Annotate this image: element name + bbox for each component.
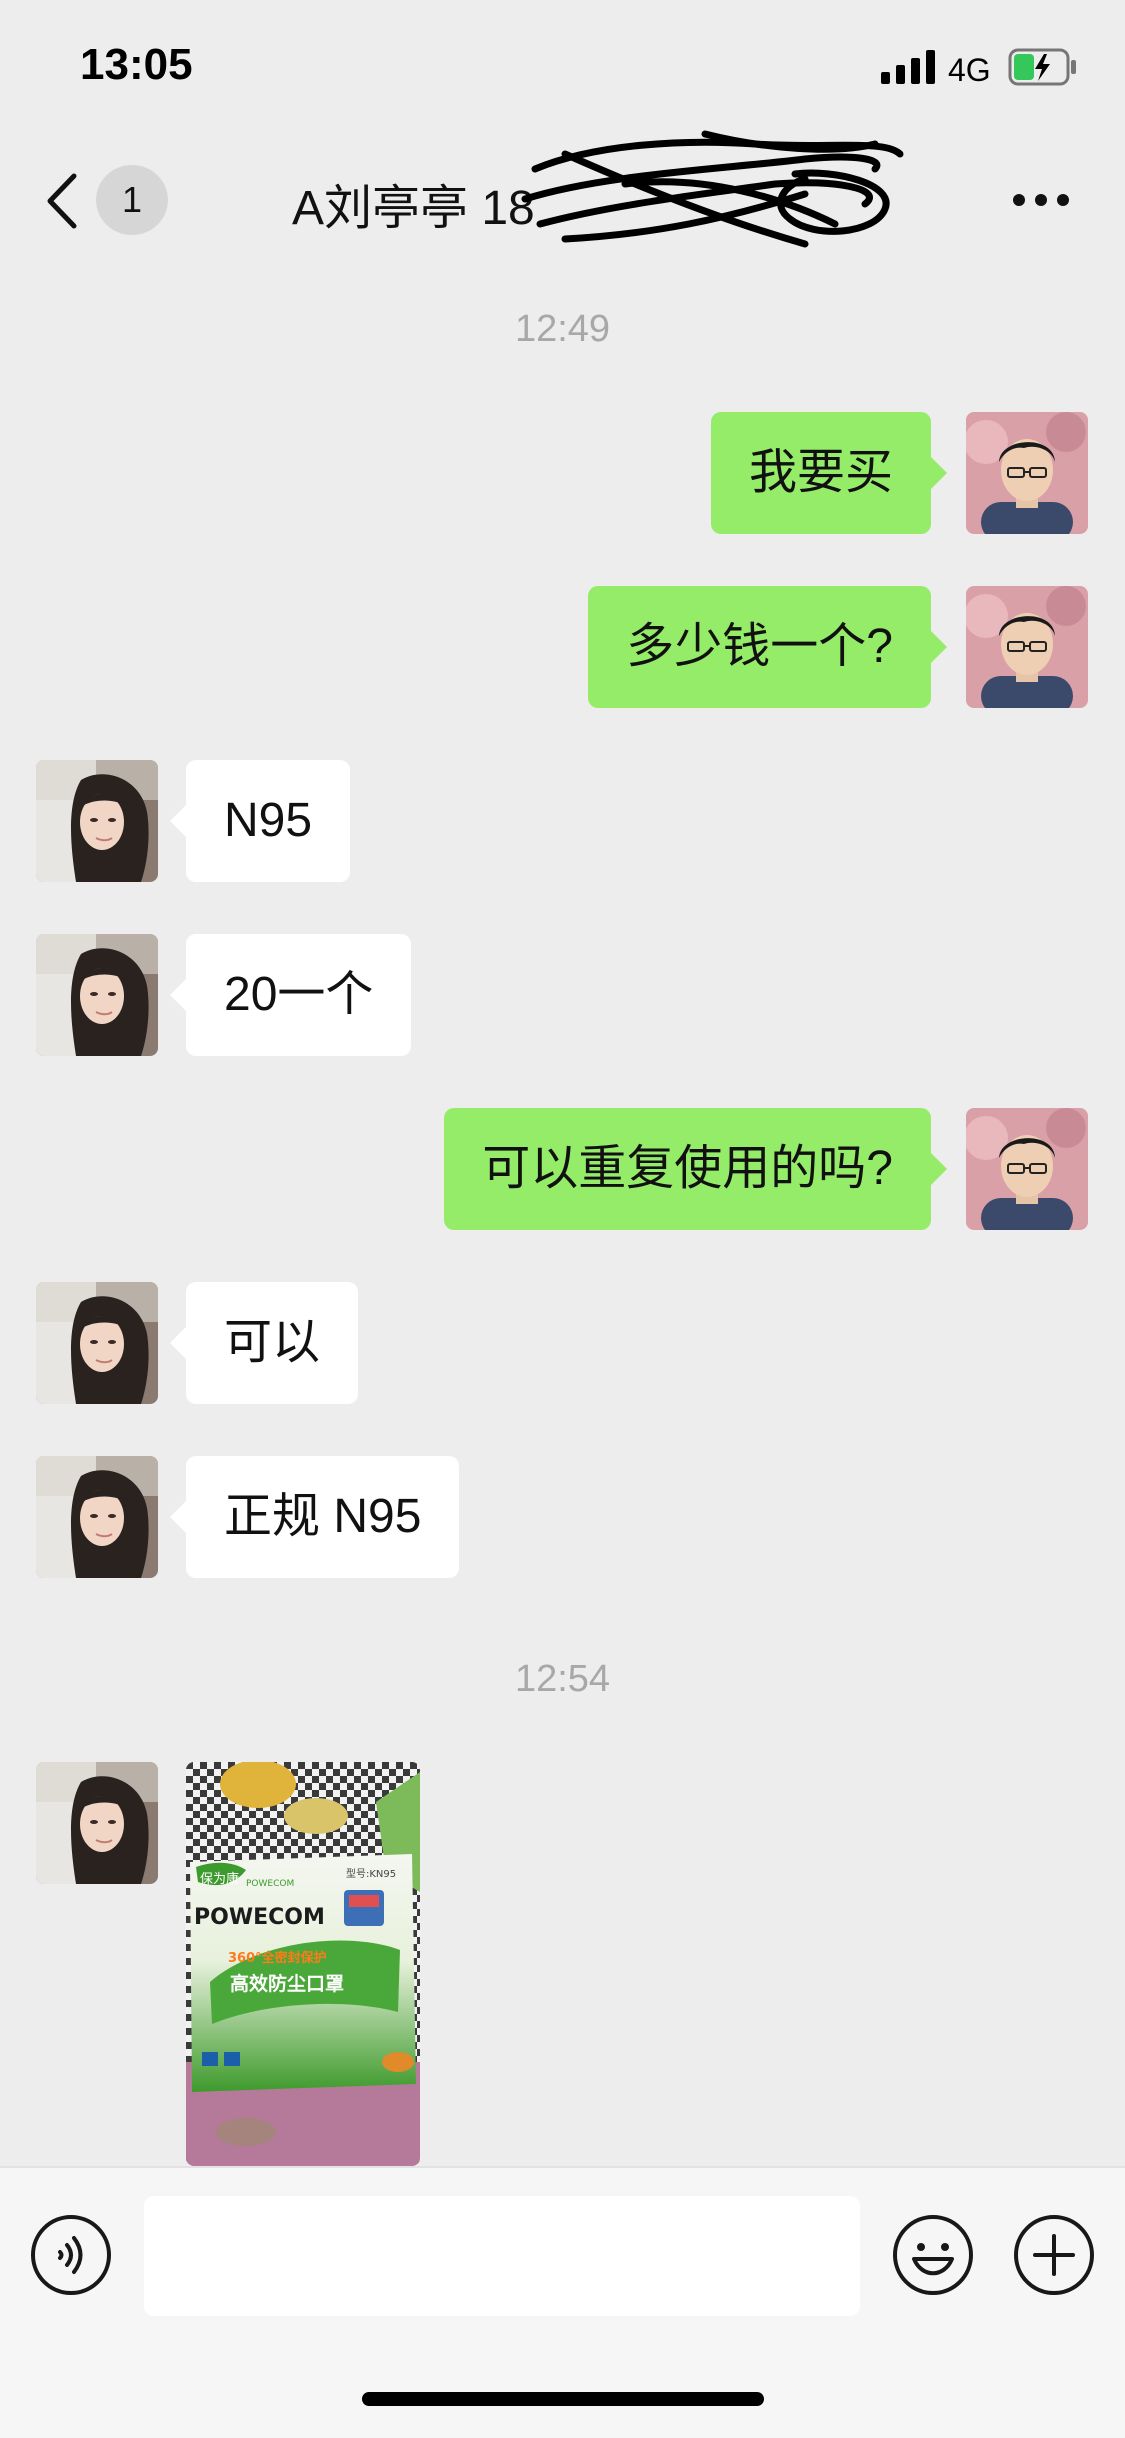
contact-avatar[interactable] — [36, 934, 158, 1056]
message-timestamp: 12:49 — [514, 308, 611, 350]
network-type: 4G — [948, 52, 991, 88]
incoming-message[interactable]: 20一个 — [169, 934, 412, 1056]
contact-avatar[interactable] — [36, 1456, 158, 1578]
contact-avatar[interactable] — [36, 1762, 158, 1884]
my-avatar[interactable] — [966, 412, 1088, 534]
photo-brand-cn: 保为康 — [200, 1871, 239, 1887]
back-icon[interactable] — [42, 172, 82, 230]
photo-brand-sub: POWECOM — [246, 1879, 294, 1889]
incoming-message[interactable]: 正规 N95 — [169, 1456, 460, 1578]
photo-brand-en: POWECOM — [194, 1905, 325, 1930]
photo-badge: 360°全密封保护 — [228, 1950, 327, 1966]
outgoing-message[interactable]: 可以重复使用的吗? — [444, 1108, 947, 1230]
battery-icon — [1008, 48, 1076, 86]
contact-avatar[interactable] — [36, 1282, 158, 1404]
my-avatar[interactable] — [966, 586, 1088, 708]
home-indicator[interactable] — [362, 2392, 764, 2406]
voice-icon[interactable] — [30, 2214, 112, 2296]
message-input[interactable] — [144, 2196, 860, 2316]
outgoing-message[interactable]: 我要买 — [710, 412, 948, 534]
my-avatar[interactable] — [966, 1108, 1088, 1230]
redaction-scribble — [521, 130, 904, 248]
status-time: 13:05 — [80, 40, 193, 89]
more-icon[interactable] — [1012, 192, 1070, 208]
photo-model: 型号:KN95 — [346, 1867, 396, 1880]
outgoing-message[interactable]: 多少钱一个? — [588, 586, 947, 708]
signal-icon — [881, 50, 935, 84]
emoji-icon[interactable] — [892, 2214, 974, 2296]
unread-count-badge[interactable]: 1 — [96, 165, 168, 235]
chat-title[interactable]: A刘亭亭 18 — [292, 168, 535, 238]
plus-icon[interactable] — [1013, 2214, 1095, 2296]
message-timestamp: 12:54 — [514, 1658, 611, 1700]
nav-bar: 1 A刘亭亭 18 — [0, 130, 1125, 262]
status-bar: 13:05 4G — [0, 0, 1125, 132]
incoming-message[interactable]: N95 — [169, 760, 351, 882]
incoming-message[interactable]: 可以 — [169, 1282, 359, 1404]
image-message[interactable]: 保为康 POWECOM 型号:KN95 POWECOM 360°全密封保护 高效… — [186, 1762, 420, 2166]
photo-product: 高效防尘口罩 — [230, 1972, 344, 1995]
contact-avatar[interactable] — [36, 760, 158, 882]
